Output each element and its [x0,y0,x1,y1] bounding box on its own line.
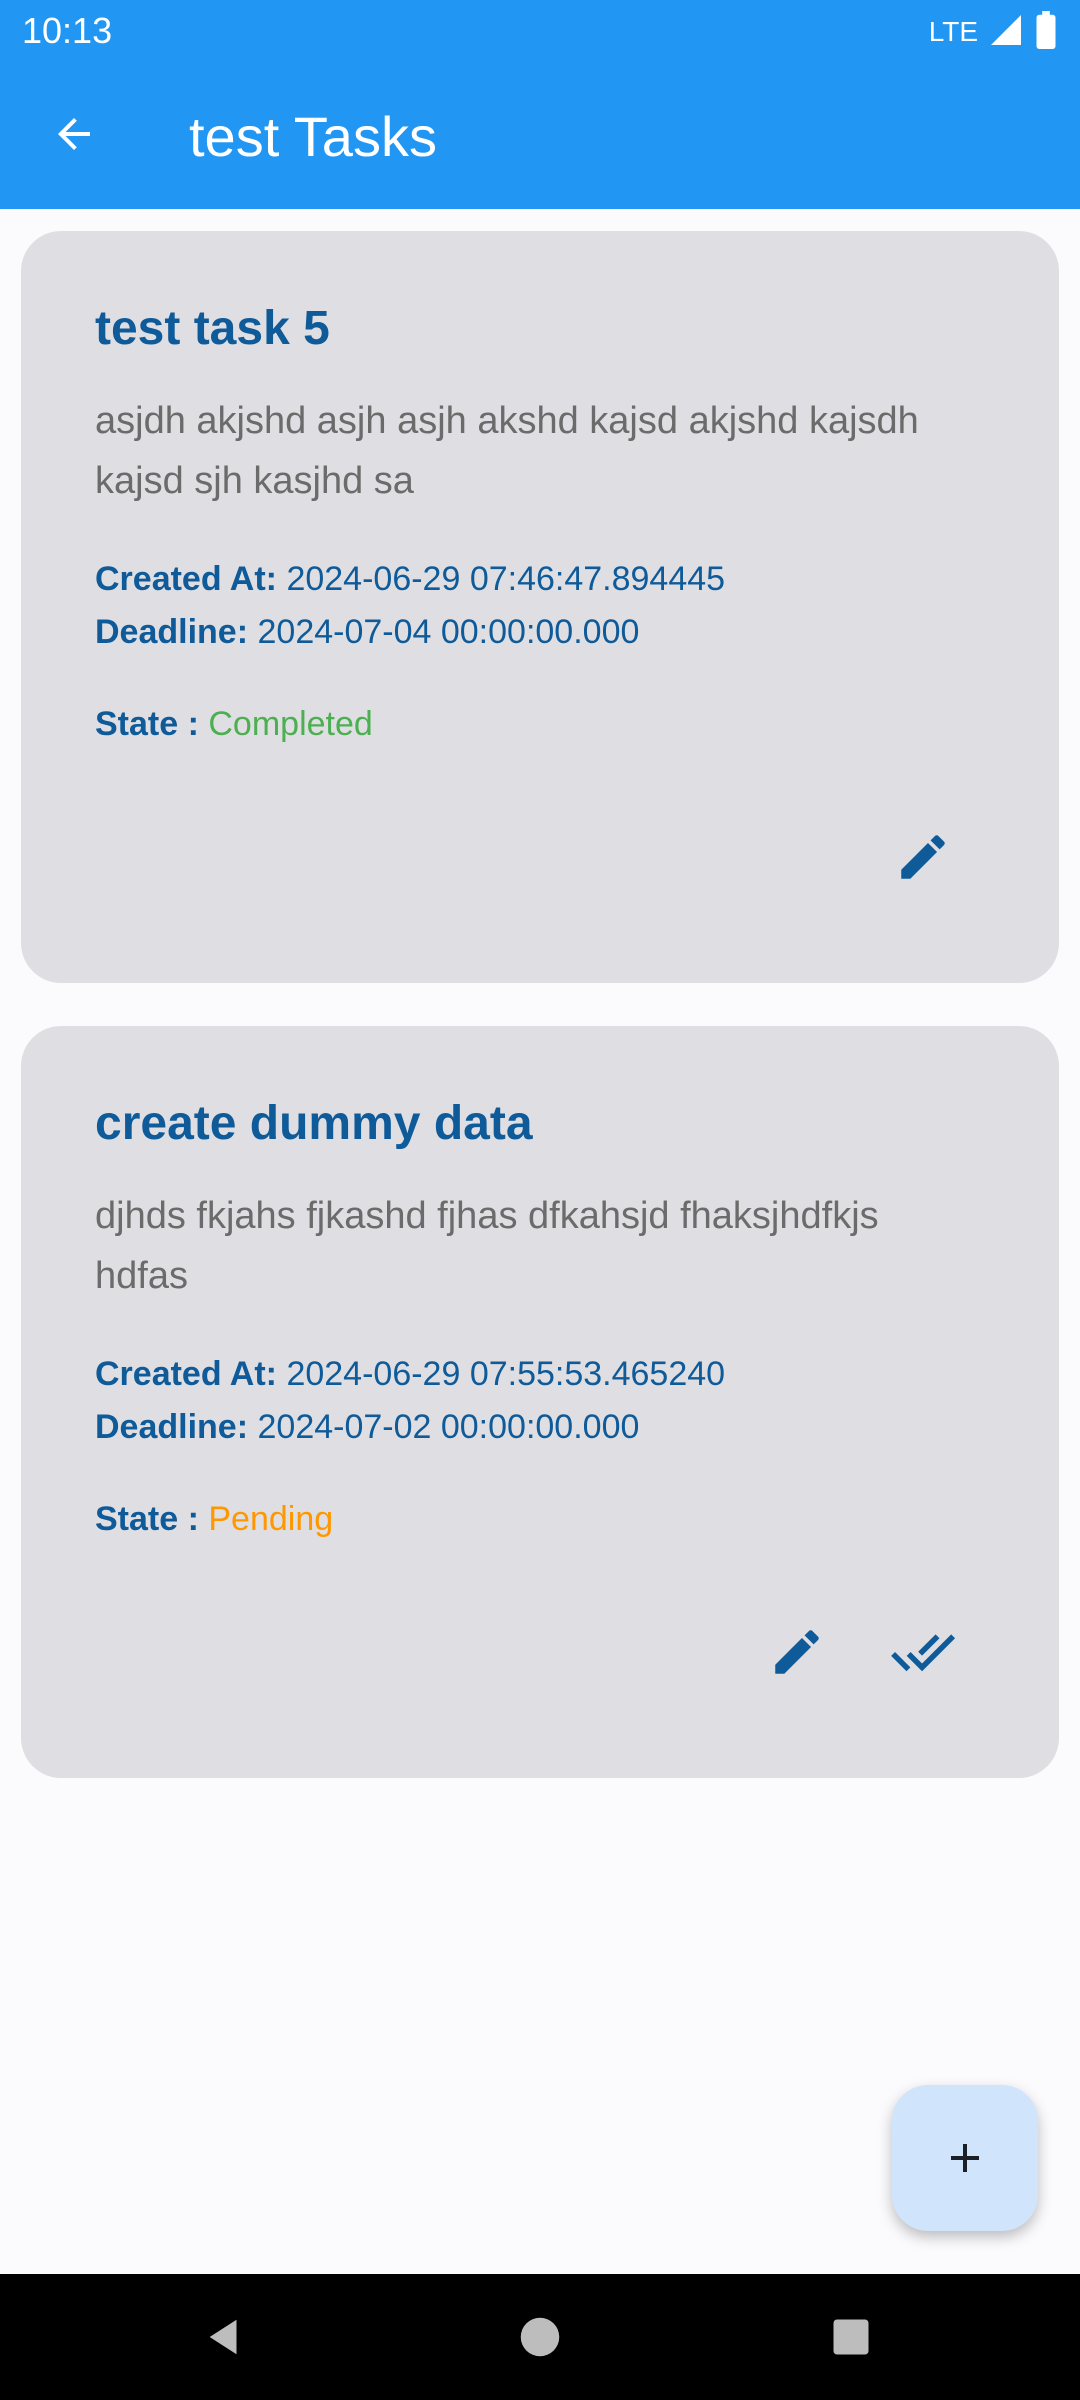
nav-back-button[interactable] [190,2302,260,2372]
task-state: State : Pending [95,1500,333,1539]
state-value: Pending [208,1500,334,1538]
edit-task-button[interactable] [757,1612,837,1692]
edit-icon [901,835,945,879]
deadline: 2024-07-02 00:00:00.000 [257,1408,640,1446]
task-dates: Created At: 2024-06-29 07:55:53.465240 D… [95,1348,725,1454]
deadline-label: Deadline: [95,1408,249,1446]
task-title: create dummy data [95,1097,533,1150]
page-title: test Tasks [189,105,437,168]
app-bar: 10:13 LTE test Tasks [0,0,1080,209]
add-icon [951,2144,979,2172]
task-card: create dummy data djhds fkjahs fjkashd f… [21,1026,1059,1778]
task-title: test task 5 [95,302,330,355]
back-button[interactable] [38,98,110,170]
task-description: djhds fkjahs fjkashd fjhas dfkahsjd fhak… [95,1195,879,1297]
nav-recents-button[interactable] [816,2302,886,2372]
mark-done-button[interactable] [883,1612,963,1692]
battery-icon [1034,10,1058,54]
created-at: 2024-06-29 07:55:53.465240 [286,1355,726,1393]
status-time: 10:13 [22,10,113,51]
task-state: State : Completed [95,705,373,744]
done-all-icon [891,1634,956,1672]
arrow-back-icon [58,118,90,150]
state-label: State : [95,705,199,743]
state-label: State : [95,1500,199,1538]
square-recents-icon [833,2319,869,2355]
nav-home-button[interactable] [505,2302,575,2372]
edit-task-button[interactable] [883,817,963,897]
network-type: LTE [928,16,978,47]
task-description: asjdh akjshd asjh asjh akshd kajsd akjsh… [95,400,919,502]
system-nav-bar [0,2274,1080,2400]
add-task-button[interactable] [892,2085,1038,2231]
deadline-label: Deadline: [95,613,249,651]
task-dates: Created At: 2024-06-29 07:46:47.894445 D… [95,553,725,659]
task-card: test task 5 asjdh akjshd asjh asjh akshd… [21,231,1059,983]
edit-icon [775,1630,819,1674]
state-value: Completed [208,705,373,743]
triangle-back-icon [209,2319,237,2355]
created-at: 2024-06-29 07:46:47.894445 [286,560,726,598]
signal-icon [988,12,1024,53]
circle-home-icon [520,2317,560,2357]
created-label: Created At: [95,1355,277,1393]
created-label: Created At: [95,560,277,598]
deadline: 2024-07-04 00:00:00.000 [257,613,640,651]
status-indicators: LTE [928,10,1058,54]
